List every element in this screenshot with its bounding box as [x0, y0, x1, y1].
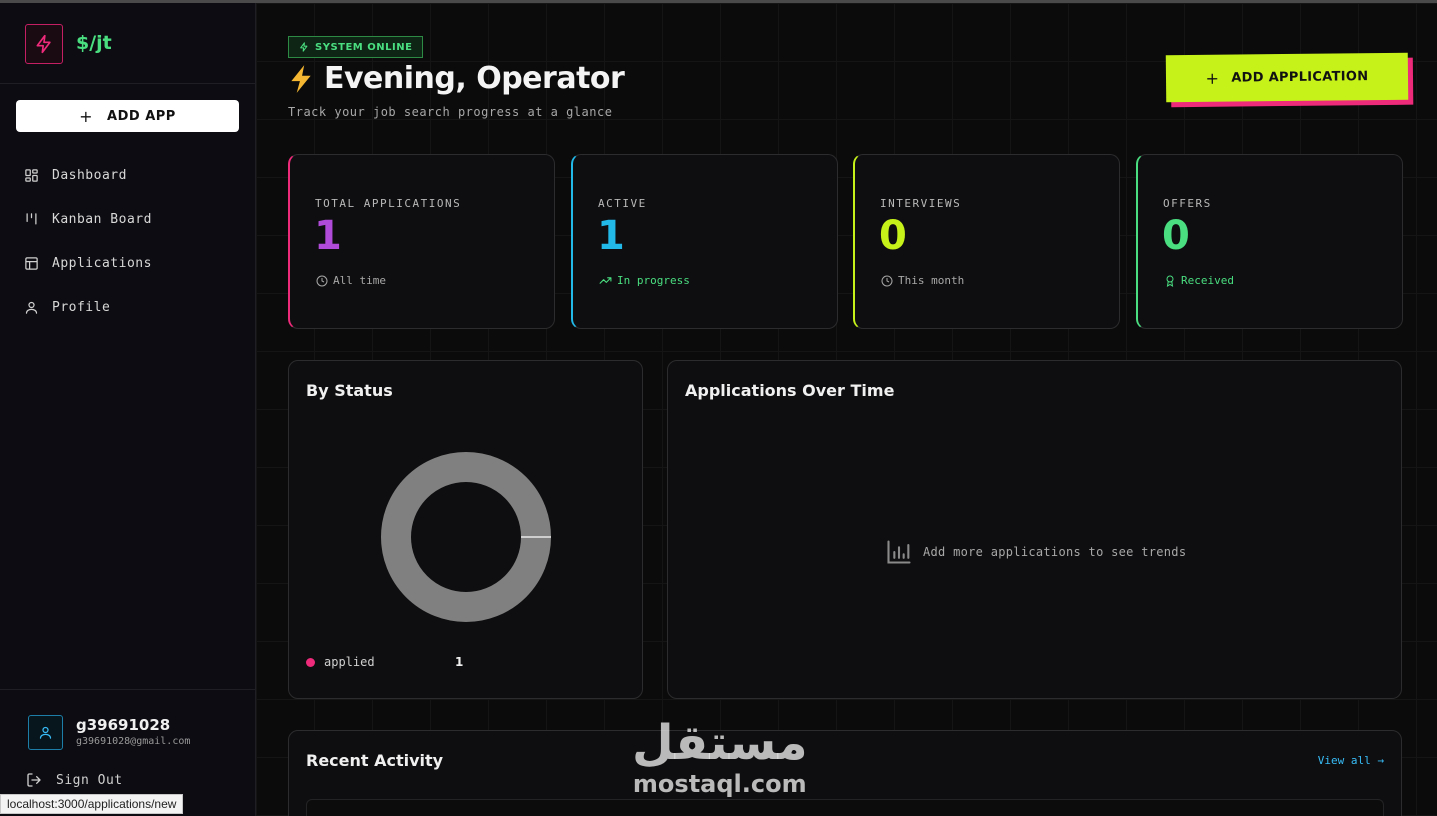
nav-item-dashboard[interactable]: Dashboard — [24, 163, 127, 187]
sidebar: $/jt + ADD APP Dashboard Kanban Board Ap… — [0, 3, 256, 816]
stat-footer: In progress — [599, 274, 690, 287]
nav-label: Profile — [52, 299, 111, 315]
avatar[interactable] — [28, 715, 63, 750]
by-status-panel: By Status applied 1 — [288, 360, 643, 699]
page-subtitle: Track your job search progress at a glan… — [288, 105, 613, 119]
empty-state: Add more applications to see trends — [885, 538, 1186, 566]
legend-label: applied — [324, 655, 375, 669]
stat-label: OFFERS — [1163, 197, 1212, 210]
user-name: g39691028 — [76, 716, 171, 734]
empty-state-text: Add more applications to see trends — [923, 545, 1187, 559]
stat-label: ACTIVE — [598, 197, 647, 210]
sign-out-button[interactable]: Sign Out — [26, 772, 123, 788]
panel-title: By Status — [306, 381, 393, 400]
bar-chart-icon — [887, 540, 911, 564]
logout-icon — [27, 773, 41, 787]
status-badge-label: SYSTEM ONLINE — [315, 41, 413, 53]
nav-item-profile[interactable]: Profile — [24, 295, 110, 319]
watermark-arabic: مستقل — [632, 715, 808, 771]
chart-legend: applied 1 — [306, 655, 463, 669]
page-title: Evening, Operator — [288, 61, 625, 96]
watermark: مستقل mostaql.com — [632, 715, 808, 797]
clock-icon — [316, 275, 328, 286]
sidebar-divider — [0, 689, 255, 690]
stat-value: 1 — [597, 213, 625, 259]
user-icon — [39, 726, 52, 739]
stat-label: TOTAL APPLICATIONS — [315, 197, 462, 210]
plus-icon: + — [79, 106, 94, 126]
browser-status-url: localhost:3000/applications/new — [0, 794, 184, 814]
recent-activity-panel: Recent Activity View all → — [288, 730, 1402, 816]
grid-icon — [25, 168, 38, 182]
user-icon — [25, 301, 38, 314]
table-icon — [25, 256, 38, 270]
award-icon — [1166, 275, 1174, 287]
stat-card-offers: OFFERS 0 Received — [1136, 154, 1403, 329]
stat-footer: All time — [316, 274, 386, 287]
plus-icon: + — [1205, 68, 1220, 88]
nav-item-applications[interactable]: Applications — [24, 251, 152, 275]
over-time-panel: Applications Over Time Add more applicat… — [667, 360, 1402, 699]
status-badge: SYSTEM ONLINE — [288, 36, 424, 58]
view-all-link[interactable]: View all → — [1318, 754, 1384, 767]
trending-up-icon — [599, 277, 612, 284]
nav-item-kanban[interactable]: Kanban Board — [24, 207, 152, 231]
bolt-icon — [36, 34, 51, 54]
sign-out-label: Sign Out — [56, 772, 123, 788]
stat-value: 1 — [314, 213, 342, 259]
legend-count: 1 — [455, 655, 464, 669]
list-item[interactable] — [306, 799, 1384, 816]
stat-footer-text: In progress — [617, 274, 690, 287]
add-application-button[interactable]: + ADD APPLICATION — [1165, 52, 1409, 103]
add-app-label: ADD APP — [107, 108, 176, 124]
sidebar-divider — [0, 83, 255, 84]
brand-name: $/jt — [76, 32, 112, 54]
main-content: SYSTEM ONLINE Evening, Operator Track yo… — [256, 3, 1437, 816]
add-app-button[interactable]: + ADD APP — [16, 100, 239, 132]
stat-footer: Received — [1164, 274, 1234, 287]
stat-card-active: ACTIVE 1 In progress — [571, 154, 838, 329]
panel-title: Recent Activity — [306, 751, 444, 770]
kanban-icon — [26, 212, 37, 224]
stat-footer-text: This month — [898, 274, 965, 287]
user-email: g39691028@gmail.com — [76, 736, 191, 747]
nav-label: Dashboard — [52, 167, 127, 183]
bolt-icon — [300, 42, 308, 52]
legend-swatch — [306, 657, 315, 667]
stat-card-interviews: INTERVIEWS 0 This month — [853, 154, 1120, 329]
greeting-text: Evening, Operator — [324, 61, 625, 96]
stat-footer-text: All time — [333, 274, 386, 287]
logo[interactable] — [25, 24, 63, 64]
stat-footer-text: Received — [1181, 274, 1234, 287]
panel-title: Applications Over Time — [685, 381, 895, 400]
clock-icon — [881, 275, 893, 286]
nav-label: Kanban Board — [52, 211, 152, 227]
donut-slice-applied[interactable] — [381, 452, 551, 622]
add-application-label: ADD APPLICATION — [1231, 69, 1369, 86]
stat-value: 0 — [879, 213, 907, 259]
watermark-latin: mostaql.com — [632, 770, 807, 798]
lightning-icon — [291, 64, 311, 93]
stat-label: INTERVIEWS — [880, 197, 962, 210]
stat-value: 0 — [1162, 213, 1190, 259]
stat-card-total: TOTAL APPLICATIONS 1 All time — [288, 154, 555, 329]
stat-footer: This month — [881, 274, 964, 287]
nav-label: Applications — [52, 255, 152, 271]
status-donut-chart — [381, 452, 551, 622]
